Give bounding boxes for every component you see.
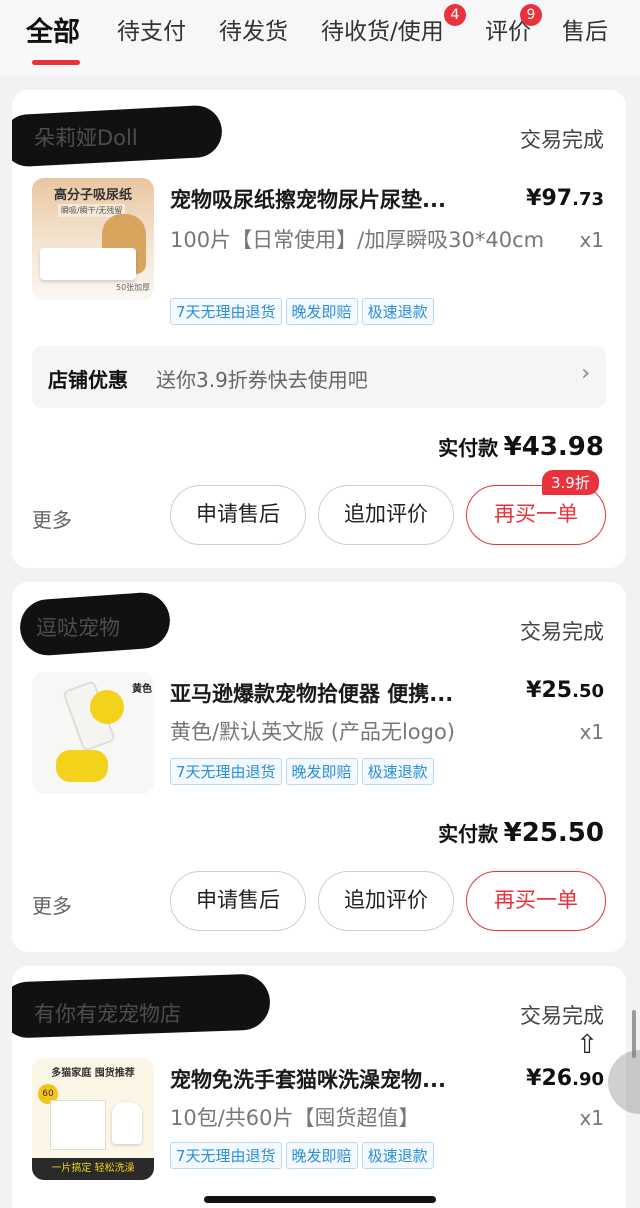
thumb-bottom-banner: 一片搞定 轻松洗澡 [32,1158,154,1180]
product-price: ¥25.50 [526,678,604,703]
add-review-button[interactable]: 追加评价 [318,871,454,931]
add-review-button[interactable]: 追加评价 [318,485,454,545]
product-title[interactable]: 宠物免洗手套猫咪洗澡宠物... [170,1064,480,1094]
more-button[interactable]: 更多 [32,890,72,919]
store-name[interactable]: 朵莉娅Doll [34,122,138,152]
apply-after-sale-button[interactable]: 申请售后 [170,871,306,931]
product-quantity: x1 [579,1106,604,1130]
tag-7day-return: 7天无理由退货 [170,758,282,785]
product-title[interactable]: 亚马逊爆款宠物拾便器 便携... [170,678,480,708]
tag-late-compensation: 晚发即赔 [285,1142,358,1169]
pack-illustration [50,1100,106,1150]
tag-fast-refund: 极速退款 [361,1142,434,1169]
tag-7day-return: 7天无理由退货 [170,1142,282,1169]
price-integer: ¥97 [526,186,573,211]
product-spec: 10包/共60片【囤货超值】 [170,1106,420,1130]
paid-value: ¥25.50 [503,818,604,848]
promo-text: 送你3.9折券快去使用吧 [156,368,368,392]
tab-all[interactable]: 全部 [26,10,80,49]
home-indicator[interactable] [204,1196,436,1203]
order-status: 交易完成 [520,128,604,152]
tag-late-compensation: 晚发即赔 [285,758,358,785]
paid-value: ¥43.98 [503,432,604,462]
up-arrow-icon[interactable]: ⇧ [570,1030,604,1060]
product-quantity: x1 [579,720,604,744]
service-tags: 7天无理由退货 晚发即赔 极速退款 [170,758,434,785]
tab-pending-ship[interactable]: 待发货 [219,12,288,46]
service-tags: 7天无理由退货 晚发即赔 极速退款 [170,1142,434,1169]
promo-label: 店铺优惠 [48,368,128,392]
pad-illustration [40,248,136,280]
store-name[interactable]: 有你有宠宠物店 [34,998,181,1028]
pending-receive-badge: 4 [444,4,466,26]
discount-badge: 3.9折 [542,470,599,495]
chevron-right-icon: › [581,361,590,386]
tab-pending-pay[interactable]: 待支付 [117,12,186,46]
price-decimal: .90 [572,1069,604,1090]
thumb-color-label: 黄色 [132,684,152,695]
product-quantity: x1 [579,228,604,252]
order-card[interactable]: 朵莉娅Doll 交易完成 高分子吸尿纸 瞬吸/瞬干/无残留 50张加厚 宠物吸尿… [12,90,626,568]
order-status: 交易完成 [520,1004,604,1028]
rebuy-button[interactable]: 再买一单 [466,871,606,931]
tab-active-indicator [32,60,80,65]
paid-amount: 实付款 ¥25.50 [438,818,604,848]
store-name[interactable]: 逗哒宠物 [36,612,120,642]
tag-fast-refund: 极速退款 [361,298,434,325]
thumb-title: 高分子吸尿纸 [53,188,132,203]
product-thumbnail[interactable]: 多猫家庭 囤货推荐 60 一片搞定 轻松洗澡 [32,1058,154,1180]
product-price: ¥26.90 [526,1066,604,1091]
product-price: ¥97.73 [526,186,604,211]
service-tags: 7天无理由退货 晚发即赔 极速退款 [170,298,434,325]
tag-fast-refund: 极速退款 [361,758,434,785]
paid-label: 实付款 [438,822,499,846]
price-integer: ¥26 [526,1066,573,1091]
more-button[interactable]: 更多 [32,504,72,533]
price-decimal: .50 [572,681,604,702]
review-badge: 9 [520,4,542,26]
product-spec: 100片【日常使用】/加厚瞬吸30*40cm [170,228,545,252]
glove-illustration [112,1102,142,1144]
thumb-corner-label: 50张加厚 [116,283,151,292]
order-card[interactable]: 有你有宠宠物店 交易完成 多猫家庭 囤货推荐 60 一片搞定 轻松洗澡 宠物免洗… [12,966,626,1208]
tag-late-compensation: 晚发即赔 [285,298,358,325]
tag-7day-return: 7天无理由退货 [170,298,282,325]
product-thumbnail[interactable]: 黄色 [32,672,154,794]
order-tabs: 全部 待支付 待发货 待收货/使用 4 评价 9 售后 [0,0,640,76]
price-integer: ¥25 [526,678,573,703]
tab-pending-receive[interactable]: 待收货/使用 [321,12,444,46]
thumb-title: 多猫家庭 囤货推荐 [51,1068,135,1079]
price-decimal: .73 [572,189,604,210]
product-spec: 黄色/默认英文版 (产品无logo) [170,720,455,744]
paid-amount: 实付款 ¥43.98 [438,432,604,462]
scooper-head [90,690,124,724]
apply-after-sale-button[interactable]: 申请售后 [170,485,306,545]
scooper-bag [56,750,108,782]
store-promo-banner[interactable]: 店铺优惠 送你3.9折券快去使用吧 › [32,346,606,408]
product-title[interactable]: 宠物吸尿纸擦宠物尿片尿垫... [170,184,480,214]
tab-after-sale[interactable]: 售后 [562,12,608,46]
product-thumbnail[interactable]: 高分子吸尿纸 瞬吸/瞬干/无残留 50张加厚 [32,178,154,300]
paid-label: 实付款 [438,436,499,460]
order-card[interactable]: 逗哒宠物 交易完成 黄色 亚马逊爆款宠物拾便器 便携... ¥25.50 黄色/… [12,582,626,952]
order-status: 交易完成 [520,620,604,644]
